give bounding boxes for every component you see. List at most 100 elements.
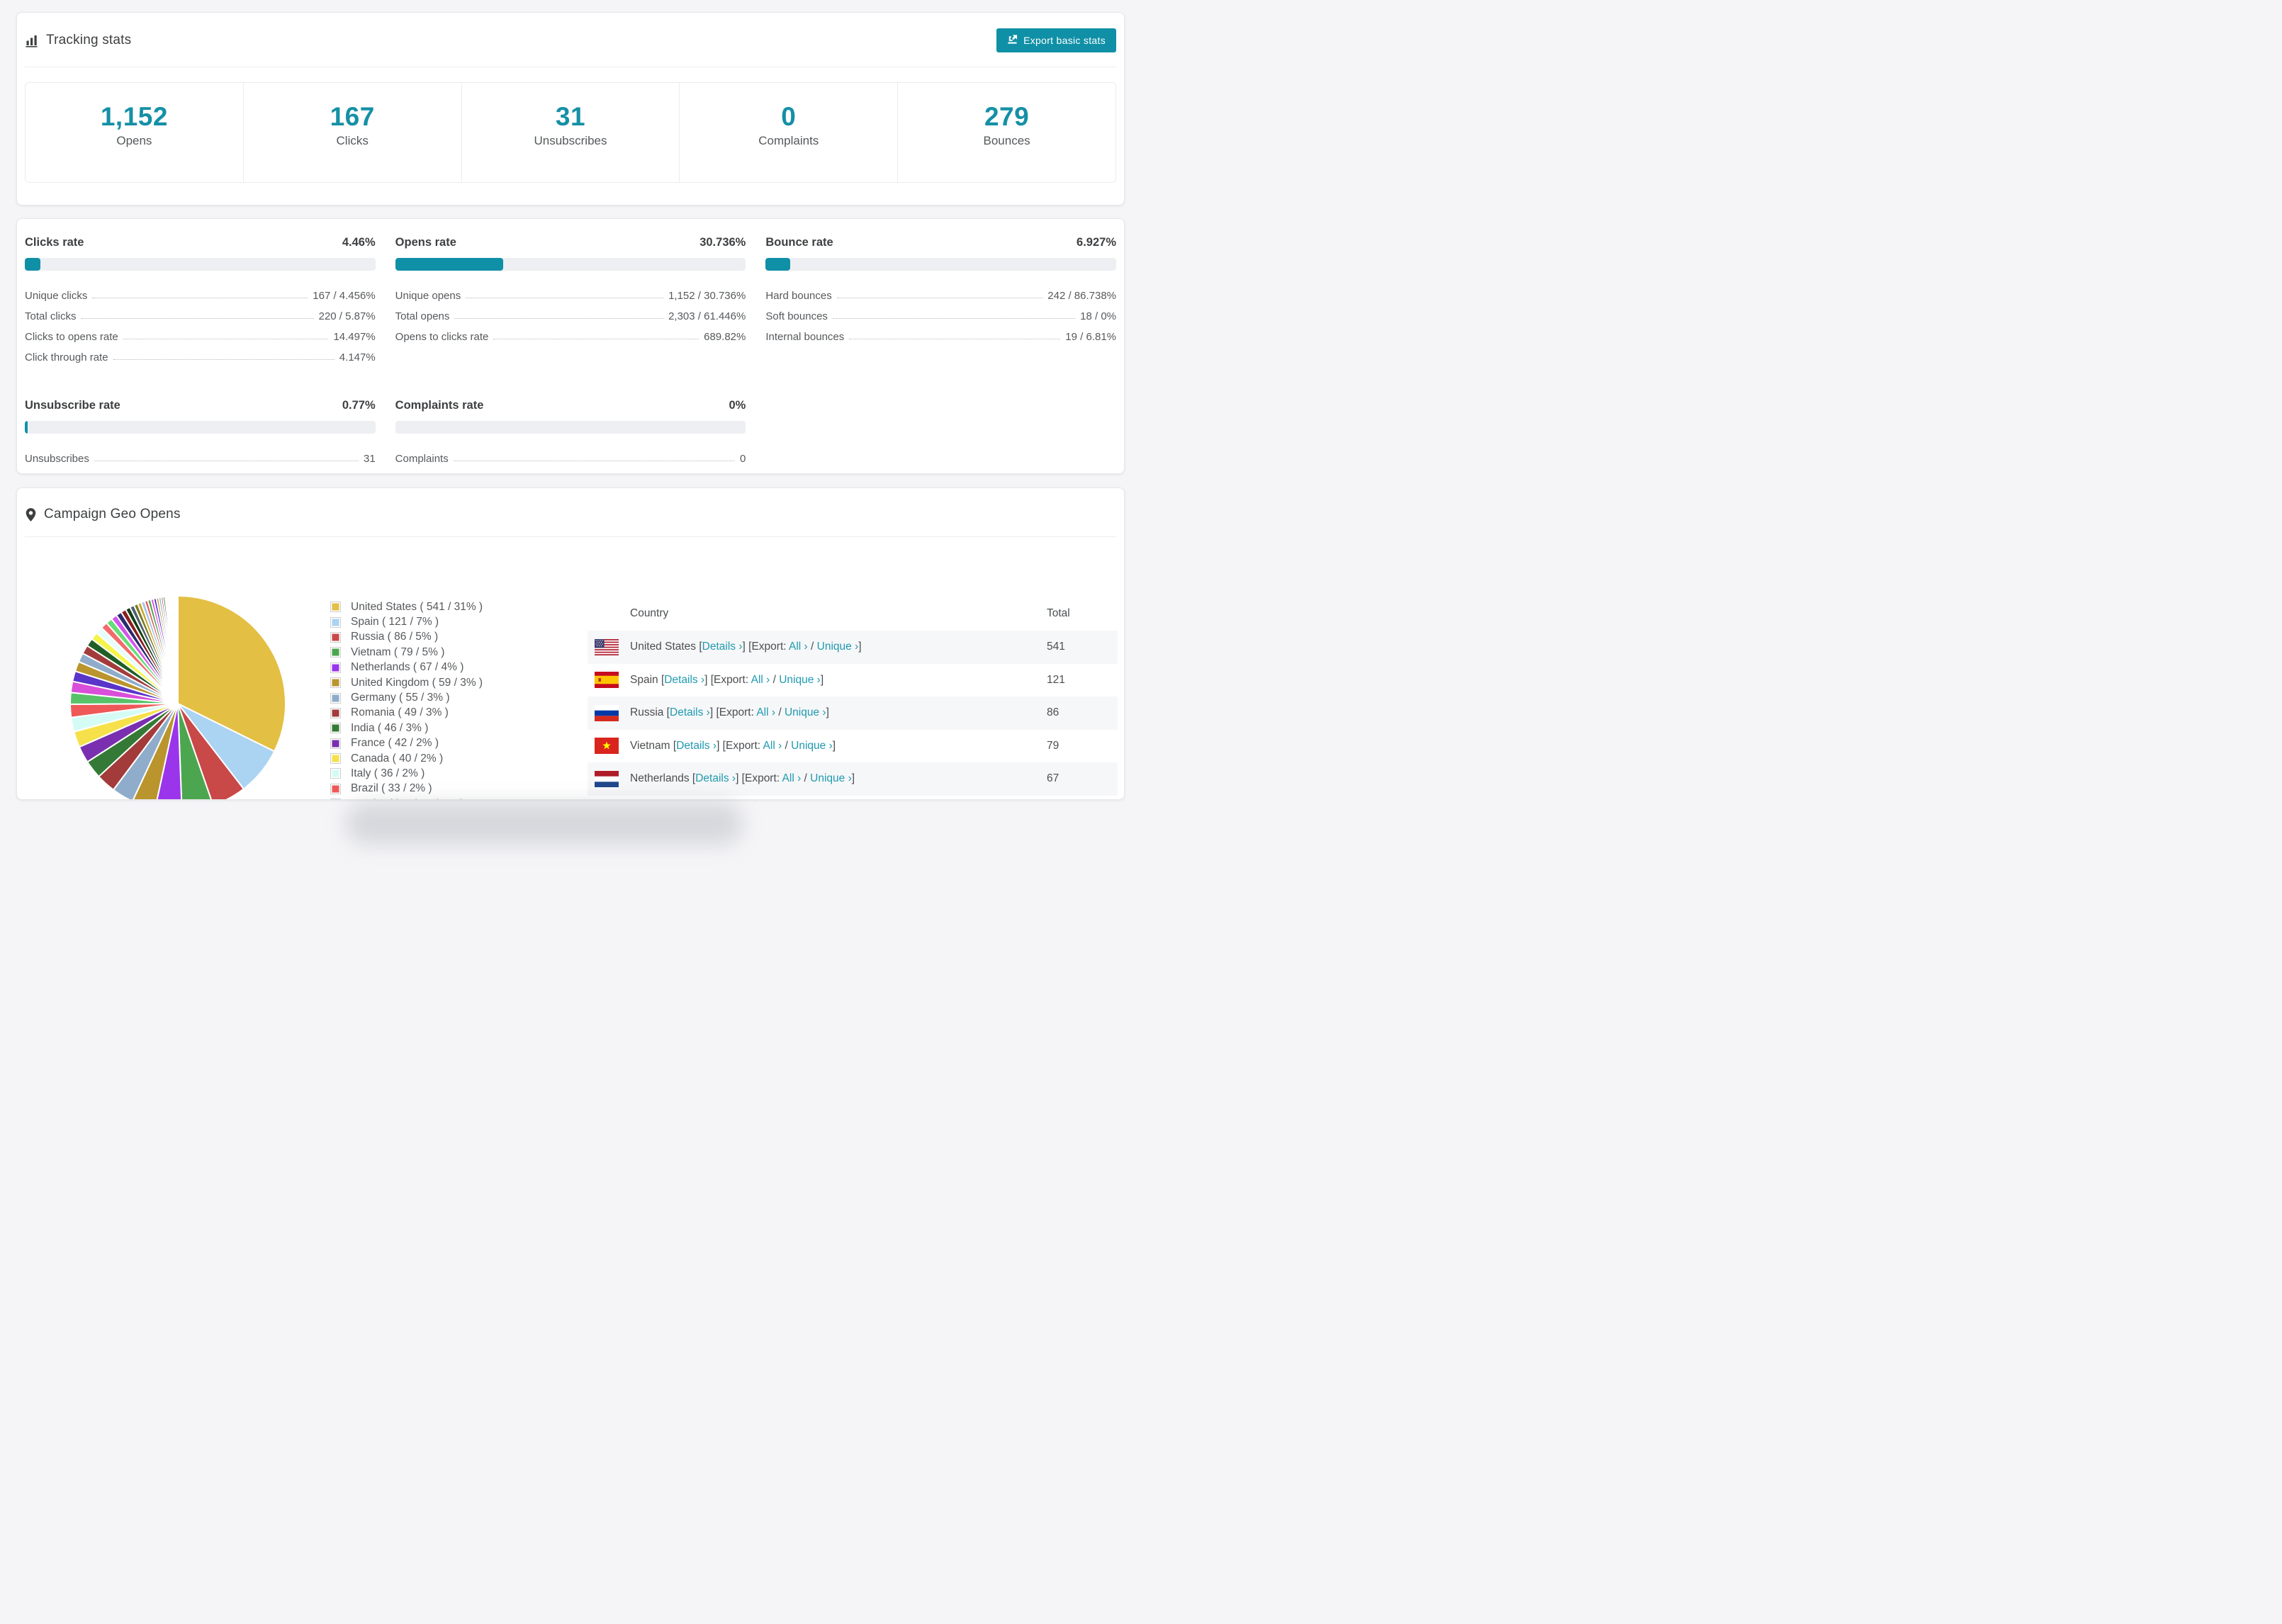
export-all-link[interactable]: All › xyxy=(756,706,775,718)
legend-item-united-states[interactable]: United States ( 541 / 31% ) xyxy=(330,599,483,614)
legend-swatch xyxy=(330,799,341,800)
stat-value: 1,152 xyxy=(100,102,168,131)
details-link[interactable]: Details › xyxy=(702,641,743,653)
export-unique-link[interactable]: Unique › xyxy=(791,740,833,752)
details-link[interactable]: Details › xyxy=(695,772,736,784)
stat-row-label: Total clicks xyxy=(25,310,77,322)
stat-row: Complaints 0 xyxy=(395,444,746,465)
stat-row-label: Hard bounces xyxy=(765,290,832,302)
total-cell: 121 xyxy=(1047,673,1065,686)
stat-row: Internal bounces 19 / 6.81% xyxy=(765,322,1116,343)
progress-bar xyxy=(25,421,376,434)
legend-swatch xyxy=(330,707,341,718)
stat-row: Hard bounces 242 / 86.738% xyxy=(765,281,1116,302)
progress-bar xyxy=(395,421,746,434)
stat-cell-unsubscribes: 31 Unsubscribes xyxy=(461,83,680,182)
details-link[interactable]: Details › xyxy=(670,706,710,718)
export-unique-link[interactable]: Unique › xyxy=(817,641,859,653)
stat-row-label: Unique opens xyxy=(395,290,461,302)
legend-item-canada[interactable]: Canada ( 40 / 2% ) xyxy=(330,751,483,766)
stat-row-value: 242 / 86.738% xyxy=(1047,290,1117,302)
stat-row: Opens to clicks rate 689.82% xyxy=(395,322,746,343)
rate-block-spacer xyxy=(765,382,1116,465)
stat-label: Unsubscribes xyxy=(534,134,607,147)
export-unique-link[interactable]: Unique › xyxy=(785,706,826,718)
country-cell: Netherlands [Details ›] [Export: All › /… xyxy=(630,772,855,785)
stat-row: Total opens 2,303 / 61.446% xyxy=(395,302,746,322)
export-all-link[interactable]: All › xyxy=(763,740,782,752)
stat-row-value: 4.147% xyxy=(339,351,376,363)
stat-label: Bounces xyxy=(983,134,1030,147)
stat-row-label: Clicks to opens rate xyxy=(25,331,118,343)
legend-item-italy[interactable]: Italy ( 36 / 2% ) xyxy=(330,766,483,781)
legend-swatch xyxy=(330,768,341,779)
stat-row: Click through rate 4.147% xyxy=(25,343,376,363)
legend-label: Brazil ( 33 / 2% ) xyxy=(351,782,432,795)
campaign-geo-opens-card: Campaign Geo Opens United States ( 541 /… xyxy=(16,487,1125,800)
dotted-leader xyxy=(832,318,1076,319)
geo-table-row-gb: United Kingdom [Details ›] [Export: All … xyxy=(588,796,1118,800)
export-unique-link[interactable]: Unique › xyxy=(779,674,821,686)
legend-item-netherlands[interactable]: Netherlands ( 67 / 4% ) xyxy=(330,660,483,675)
export-unique-link[interactable]: Unique › xyxy=(810,772,852,784)
rate-head: Unsubscribe rate 0.77% xyxy=(25,399,376,412)
stat-row-label: Unsubscribes xyxy=(25,453,89,465)
legend-swatch xyxy=(330,616,341,628)
export-all-link[interactable]: All › xyxy=(782,772,802,784)
rates-row-2: Unsubscribe rate 0.77% Unsubscribes 31 Compl… xyxy=(17,382,1124,465)
rate-value: 30.736% xyxy=(699,236,746,249)
rate-head: Clicks rate 4.46% xyxy=(25,236,376,249)
es-flag-icon xyxy=(595,672,619,689)
export-basic-stats-button[interactable]: Export basic stats xyxy=(996,28,1116,52)
legend-item-vietnam[interactable]: Vietnam ( 79 / 5% ) xyxy=(330,645,483,660)
legend-item-romania[interactable]: Romania ( 49 / 3% ) xyxy=(330,706,483,721)
stat-cell-clicks: 167 Clicks xyxy=(242,83,461,182)
export-all-link[interactable]: All › xyxy=(751,674,770,686)
rate-title: Bounce rate xyxy=(765,236,833,249)
rate-title: Clicks rate xyxy=(25,236,84,249)
stat-row-value: 689.82% xyxy=(704,331,746,343)
stat-row: Clicks to opens rate 14.497% xyxy=(25,322,376,343)
stat-row-value: 167 / 4.456% xyxy=(313,290,376,302)
details-link[interactable]: Details › xyxy=(676,740,716,752)
legend-item-germany[interactable]: Germany ( 55 / 3% ) xyxy=(330,690,483,705)
rate-rows: Unique clicks 167 / 4.456% Total clicks 220… xyxy=(25,281,376,363)
stat-row-label: Click through rate xyxy=(25,351,108,363)
stat-row-label: Opens to clicks rate xyxy=(395,331,489,343)
stat-label: Opens xyxy=(116,134,152,147)
tracking-stats-card: Tracking stats Export basic stats 1,152 O… xyxy=(16,12,1125,205)
export-all-link[interactable]: All › xyxy=(789,641,808,653)
stat-cell-bounces: 279 Bounces xyxy=(897,83,1115,182)
legend-item-france[interactable]: France ( 42 / 2% ) xyxy=(330,736,483,751)
stat-row-label: Soft bounces xyxy=(765,310,828,322)
dotted-leader xyxy=(454,318,664,319)
legend-swatch xyxy=(330,647,341,658)
country-cell: Spain [Details ›] [Export: All › / Uniqu… xyxy=(630,673,824,686)
stat-row-value: 19 / 6.81% xyxy=(1065,331,1117,343)
progress-bar xyxy=(765,258,1117,271)
rate-block-clicks-rate: Clicks rate 4.46% Unique clicks 167 / 4.456… xyxy=(25,219,376,363)
stat-cell-opens: 1,152 Opens xyxy=(26,83,243,182)
stat-row-label: Internal bounces xyxy=(765,331,845,343)
legend-item-spain[interactable]: Spain ( 121 / 7% ) xyxy=(330,614,483,629)
us-flag-icon xyxy=(595,638,619,655)
geo-title-row: Campaign Geo Opens xyxy=(25,507,181,522)
geo-table-row-us: United States [Details ›] [Export: All ›… xyxy=(588,631,1118,664)
progress-bar xyxy=(395,258,746,271)
stat-value: 0 xyxy=(781,102,797,131)
stat-row: Unique clicks 167 / 4.456% xyxy=(25,281,376,302)
legend-item-united-kingdom[interactable]: United Kingdom ( 59 / 3% ) xyxy=(330,675,483,690)
rate-value: 4.46% xyxy=(342,236,376,249)
geo-table-header: Country Total xyxy=(588,597,1118,631)
stat-row-value: 0 xyxy=(740,453,746,465)
legend-item-india[interactable]: India ( 46 / 3% ) xyxy=(330,721,483,735)
details-link[interactable]: Details › xyxy=(664,674,704,686)
geo-table-row-ru: Russia [Details ›] [Export: All › / Uniq… xyxy=(588,697,1118,730)
rate-rows: Hard bounces 242 / 86.738% Soft bounces 18 … xyxy=(765,281,1116,343)
total-cell: 67 xyxy=(1047,772,1060,785)
legend-item-south-africa[interactable]: South Africa ( 29 / 2% ) xyxy=(330,796,483,800)
legend-item-brazil[interactable]: Brazil ( 33 / 2% ) xyxy=(330,782,483,796)
legend-item-russia[interactable]: Russia ( 86 / 5% ) xyxy=(330,630,483,645)
stat-row-value: 1,152 / 30.736% xyxy=(668,290,746,302)
legend-label: Romania ( 49 / 3% ) xyxy=(351,706,449,719)
